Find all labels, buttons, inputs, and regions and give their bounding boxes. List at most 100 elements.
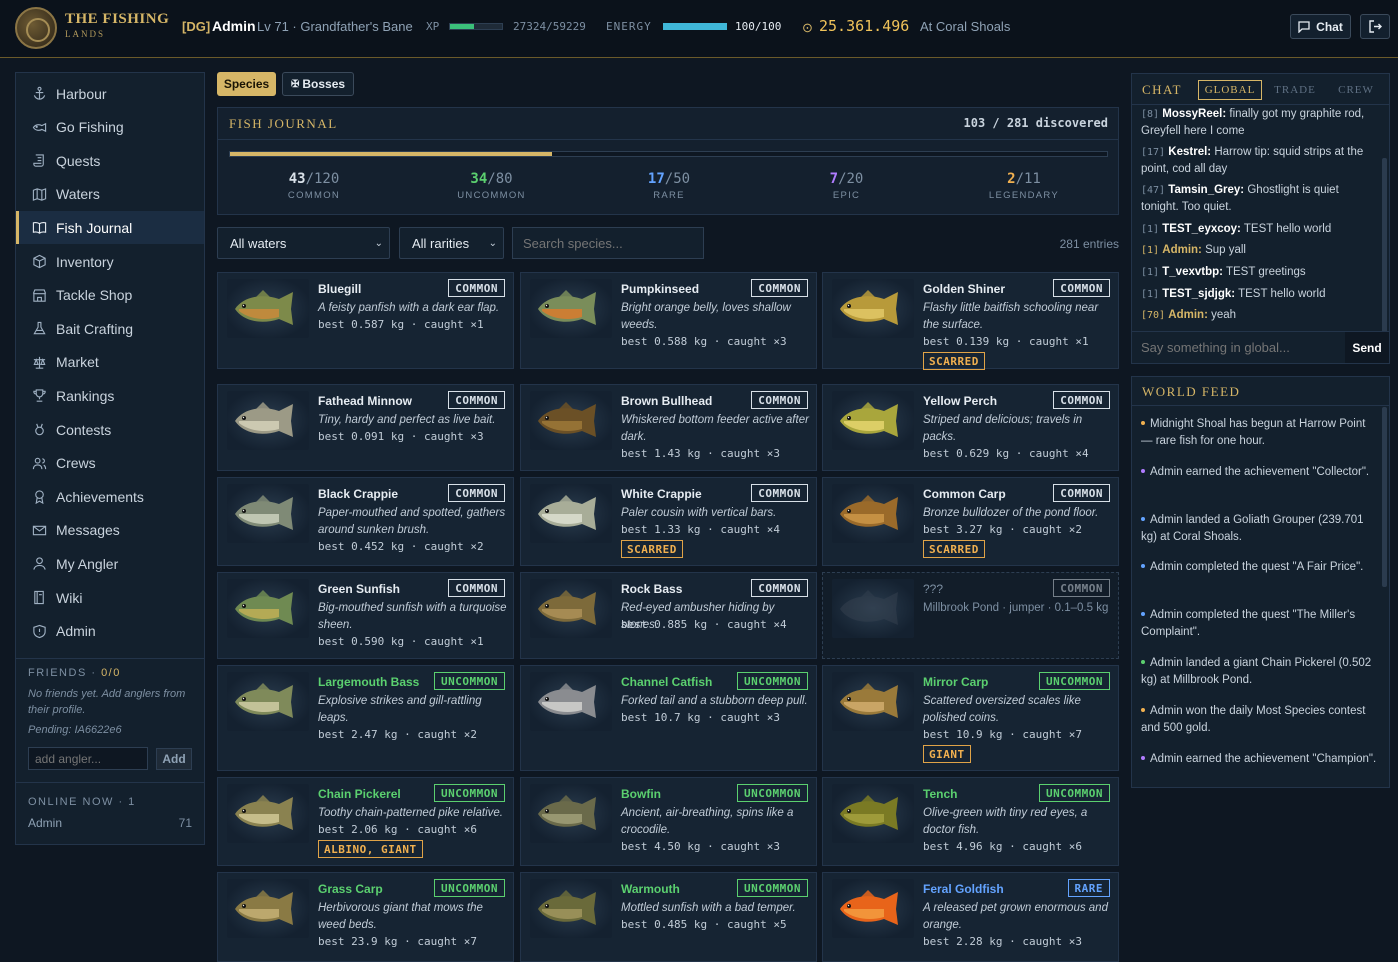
chat-username[interactable]: Admin: — [1162, 244, 1202, 256]
chat-button[interactable]: Chat — [1290, 14, 1351, 39]
fish-card[interactable]: Brown Bullhead COMMON Whiskered bottom fee… — [520, 384, 817, 471]
chat-tab-global[interactable]: GLOBAL — [1198, 80, 1262, 100]
fish-card[interactable]: Common Carp COMMON Bronze bulldozer of the… — [822, 477, 1119, 566]
chat-username[interactable]: MossyReel: — [1162, 108, 1226, 120]
tab-bosses[interactable]: ✠ Bosses — [282, 72, 354, 96]
rarity-count: 7 — [829, 171, 839, 187]
fish-card[interactable]: Grass Carp UNCOMMON Herbivorous giant that… — [217, 872, 514, 962]
feed-item: Admin won the daily Most Species contest… — [1141, 703, 1377, 737]
fish-card[interactable]: Black Crappie COMMON Paper-mouthed and spo… — [217, 477, 514, 566]
rarity-label: EPIC — [832, 190, 861, 201]
sidebar-item-label: Market — [56, 354, 99, 371]
chat-username[interactable]: TEST_sjdjgk: — [1162, 288, 1235, 300]
sidebar-item-my-angler[interactable]: My Angler — [16, 547, 204, 580]
rarity-total: /50 — [664, 171, 691, 187]
chat-timestamp: [1] — [1141, 267, 1160, 278]
chat-username[interactable]: Admin: — [1168, 309, 1208, 321]
crew-tag: [DG] — [182, 19, 211, 34]
chat-scrollbar[interactable] — [1382, 158, 1387, 333]
waters-filter[interactable]: All waters ⌄ — [217, 227, 390, 259]
fish-card[interactable]: White Crappie COMMON Paler cousin with ver… — [520, 477, 817, 566]
fish-stats: best 4.50 kg · caught ×3 — [621, 840, 780, 853]
feed-text: Midnight Shoal has begun at Harrow Point… — [1141, 418, 1366, 447]
sidebar-item-waters[interactable]: Waters — [16, 178, 204, 211]
chat-username[interactable]: Tamsin_Grey: — [1168, 184, 1244, 196]
sidebar-item-wiki[interactable]: Wiki — [16, 581, 204, 614]
sidebar-item-achievements[interactable]: Achievements — [16, 480, 204, 513]
fish-card[interactable]: Chain Pickerel UNCOMMON Toothy chain-patte… — [217, 777, 514, 866]
sidebar-item-tackle-shop[interactable]: Tackle Shop — [16, 279, 204, 312]
rarity-stat-common: 43/120 COMMON — [244, 171, 384, 201]
online-user[interactable]: Admin — [28, 816, 62, 830]
sidebar-item-quests[interactable]: Quests — [16, 144, 204, 177]
username[interactable]: Admin — [212, 18, 256, 34]
rarity-badge: UNCOMMON — [434, 879, 505, 897]
trophy-icon — [31, 388, 47, 404]
fish-card[interactable]: Pumpkinseed COMMON Bright orange belly, lo… — [520, 272, 817, 369]
fish-card[interactable]: Channel Catfish UNCOMMON Forked tail and a… — [520, 665, 817, 771]
chat-tab-trade[interactable]: TRADE — [1265, 80, 1325, 100]
fish-card[interactable]: Fathead Minnow COMMON Tiny, hardy and perf… — [217, 384, 514, 471]
rarity-label: LEGENDARY — [988, 190, 1060, 201]
fish-stats: best 3.27 kg · caught ×2 — [923, 523, 1082, 536]
sidebar-item-admin[interactable]: Admin — [16, 615, 204, 648]
chat-tab-crew[interactable]: CREW — [1326, 80, 1386, 100]
fish-stats: best 0.588 kg · caught ×3 — [621, 335, 787, 348]
energy-bar — [663, 23, 727, 30]
fish-card[interactable]: Yellow Perch COMMON Striped and delicious;… — [822, 384, 1119, 471]
fish-description: Ancient, air-breathing, spins like a cro… — [621, 807, 794, 836]
fish-card[interactable]: Rock Bass COMMON Red-eyed ambusher hiding … — [520, 572, 817, 659]
chat-message: [1] TEST_eyxcoy: TEST hello world — [1141, 221, 1377, 238]
chat-username[interactable]: Kestrel: — [1168, 146, 1211, 158]
location[interactable]: At Coral Shoals — [920, 19, 1010, 34]
app-subtitle: LANDS — [65, 29, 106, 39]
sidebar-item-go-fishing[interactable]: Go Fishing — [16, 111, 204, 144]
chevron-down-icon: ⌄ — [374, 238, 383, 249]
journal-progress-bar — [229, 151, 1108, 157]
chat-username[interactable]: TEST_eyxcoy: — [1162, 223, 1241, 235]
sidebar-item-crews[interactable]: Crews — [16, 447, 204, 480]
chat-username[interactable]: T_vexvtbp: — [1162, 266, 1223, 278]
fish-stats: best 0.587 kg · caught ×1 — [318, 318, 484, 331]
sidebar-item-inventory[interactable]: Inventory — [16, 245, 204, 278]
sidebar-item-market[interactable]: Market — [16, 346, 204, 379]
fish-description: Paler cousin with vertical bars. — [621, 507, 777, 519]
fish-card[interactable]: Mirror Carp UNCOMMON Scattered oversized s… — [822, 665, 1119, 771]
fish-card[interactable]: Largemouth Bass UNCOMMON Explosive strikes… — [217, 665, 514, 771]
sidebar-item-harbour[interactable]: Harbour — [16, 77, 204, 110]
fish-card[interactable]: ??? COMMON Millbrook Pond · jumper · 0.1–0… — [822, 572, 1119, 659]
journal-title: FISH JOURNAL — [229, 116, 338, 131]
feed-dot-icon — [1141, 755, 1145, 760]
energy-value: 100/100 — [735, 20, 782, 33]
sidebar-item-fish-journal[interactable]: Fish Journal — [16, 211, 204, 245]
logo-icon[interactable] — [15, 7, 57, 49]
rarity-filter[interactable]: All rarities ⌄ — [399, 227, 504, 259]
fish-name: Bowfin — [621, 787, 661, 801]
fish-card[interactable]: Tench UNCOMMON Olive-green with tiny red e… — [822, 777, 1119, 866]
species-search-input[interactable] — [512, 227, 704, 259]
fish-image — [530, 391, 612, 450]
fish-name: Fathead Minnow — [318, 394, 412, 408]
tab-species[interactable]: Species — [217, 72, 276, 96]
add-angler-input[interactable] — [28, 747, 148, 770]
chat-send-button[interactable]: Send — [1345, 332, 1389, 363]
chat-input[interactable] — [1132, 332, 1344, 363]
fish-card[interactable]: Bluegill COMMON A feisty panfish with a da… — [217, 272, 514, 369]
add-friend-button[interactable]: Add — [156, 748, 192, 770]
fish-card[interactable]: Green Sunfish COMMON Big-mouthed sunfish w… — [217, 572, 514, 659]
fish-card[interactable]: Golden Shiner COMMON Flashy little baitfis… — [822, 272, 1119, 370]
chat-message: [1] Admin: Sup yall — [1141, 242, 1377, 259]
sidebar-item-rankings[interactable]: Rankings — [16, 379, 204, 412]
scroll-icon — [31, 153, 47, 169]
logout-button[interactable] — [1360, 14, 1390, 39]
sidebar-item-bait-crafting[interactable]: Bait Crafting — [16, 312, 204, 345]
fish-card[interactable]: Warmouth UNCOMMON Mottled sunfish with a b… — [520, 872, 817, 962]
sidebar-item-contests[interactable]: Contests — [16, 413, 204, 446]
sidebar-item-messages[interactable]: Messages — [16, 514, 204, 547]
feed-scrollbar[interactable] — [1382, 407, 1387, 587]
fish-card[interactable]: Bowfin UNCOMMON Ancient, air-breathing, sp… — [520, 777, 817, 866]
fish-card[interactable]: Feral Goldfish RARE A released pet grown e… — [822, 872, 1119, 962]
rarity-badge: COMMON — [448, 279, 505, 297]
feed-dot-icon — [1141, 659, 1145, 664]
rarity-badge: UNCOMMON — [737, 784, 808, 802]
